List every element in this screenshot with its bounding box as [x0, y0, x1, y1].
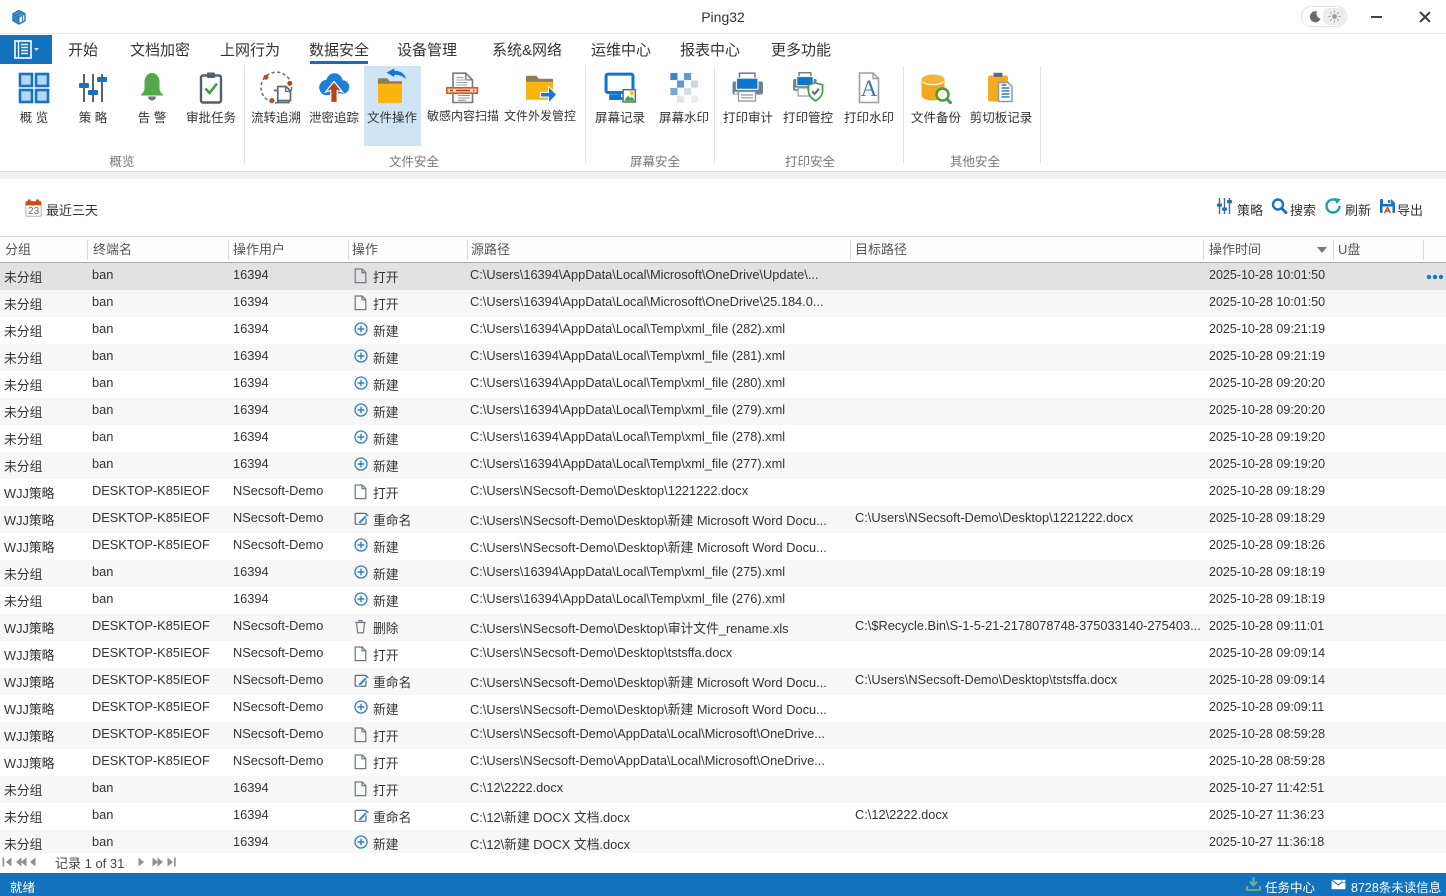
svg-text:23: 23: [28, 206, 40, 217]
svg-text:A: A: [861, 76, 878, 101]
